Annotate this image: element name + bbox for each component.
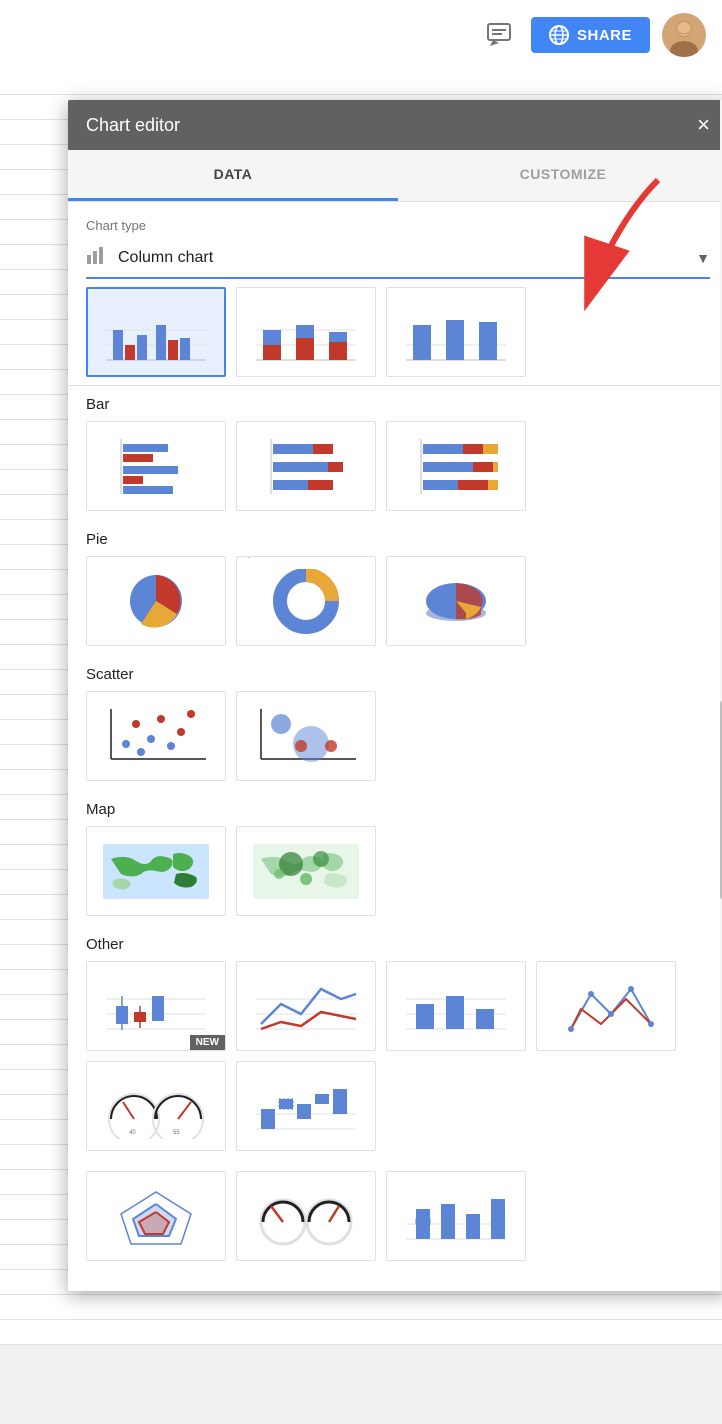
gauge-chart-thumb[interactable]: 40 55 [86, 1061, 226, 1151]
column-chart-thumb-2[interactable] [236, 287, 376, 377]
bottom-chart-thumb-1[interactable] [86, 1171, 226, 1261]
line-chart-thumb[interactable] [236, 961, 376, 1051]
column-chart-thumb-3[interactable] [386, 287, 526, 377]
top-bar: SHARE [0, 0, 722, 70]
share-label: SHARE [577, 27, 632, 44]
pie-section-label: Pie [86, 531, 710, 548]
radar-chart-thumb[interactable] [536, 961, 676, 1051]
bubble-map-thumb[interactable] [236, 826, 376, 916]
tab-data[interactable]: DATA [68, 150, 398, 201]
geo-map-thumb[interactable] [86, 826, 226, 916]
candlestick-chart-thumb[interactable]: NEW [86, 961, 226, 1051]
chart-type-label: Chart type [86, 218, 710, 233]
bar-section-label: Bar [86, 396, 710, 413]
column-chart-2-thumb[interactable] [386, 961, 526, 1051]
map-section-label: Map [86, 801, 710, 818]
bar-chart-thumb-3[interactable] [386, 421, 526, 511]
close-button[interactable]: × [697, 114, 710, 136]
3d-pie-chart-thumb[interactable] [386, 556, 526, 646]
bar-chart-thumb-1[interactable] [86, 421, 226, 511]
user-avatar[interactable] [662, 13, 706, 57]
comment-button[interactable] [479, 15, 519, 55]
new-badge: NEW [190, 1035, 225, 1050]
globe-icon [549, 25, 569, 45]
bar-section: Bar [68, 386, 722, 521]
bottom-partial-section [68, 1161, 722, 1271]
column-chart-thumb-1[interactable] [86, 287, 226, 377]
scatter-section: Scatter [68, 656, 722, 791]
chart-type-section: Chart type Column chart ▼ [68, 202, 722, 279]
scatter-chart-grid [86, 691, 710, 781]
waterfall-chart-thumb[interactable] [236, 1061, 376, 1151]
other-chart-grid: NEW [86, 961, 710, 1151]
scatter-chart-thumb[interactable] [86, 691, 226, 781]
pie-chart-grid: Pie chart [86, 556, 710, 646]
bar-chart-grid [86, 421, 710, 511]
svg-text:55: 55 [173, 1130, 180, 1136]
other-section: Other NEW [68, 926, 722, 1161]
chart-editor-tabs: DATA CUSTOMIZE [68, 150, 722, 202]
donut-chart-thumb[interactable] [236, 556, 376, 646]
pie-chart-thumb-1[interactable]: Pie chart [86, 556, 226, 646]
bottom-chart-thumb-3[interactable] [386, 1171, 526, 1261]
map-section: Map [68, 791, 722, 926]
bubble-chart-thumb[interactable] [236, 691, 376, 781]
other-section-label: Other [86, 936, 710, 953]
svg-text:40: 40 [129, 1130, 136, 1136]
bar-chart-thumb-2[interactable] [236, 421, 376, 511]
share-button[interactable]: SHARE [531, 17, 650, 53]
chart-editor-modal: Chart editor × DATA CUSTOMIZE Chart type [68, 100, 722, 1291]
chart-type-name: Column chart [118, 249, 710, 267]
bottom-chart-grid [86, 1171, 710, 1261]
pie-section: Pie Pie chart [68, 521, 722, 656]
chart-editor-title: Chart editor [86, 115, 180, 136]
scatter-section-label: Scatter [86, 666, 710, 683]
dropdown-arrow-icon: ▼ [696, 250, 710, 266]
map-chart-grid [86, 826, 710, 916]
chart-type-icon [86, 245, 108, 271]
chart-options-scroll-area[interactable]: Bar [68, 279, 722, 1291]
chart-editor-header: Chart editor × [68, 100, 722, 150]
chart-type-selector[interactable]: Column chart ▼ [86, 239, 710, 279]
tab-customize[interactable]: CUSTOMIZE [398, 150, 722, 201]
bottom-chart-thumb-2[interactable] [236, 1171, 376, 1261]
column-charts-row [68, 279, 722, 386]
